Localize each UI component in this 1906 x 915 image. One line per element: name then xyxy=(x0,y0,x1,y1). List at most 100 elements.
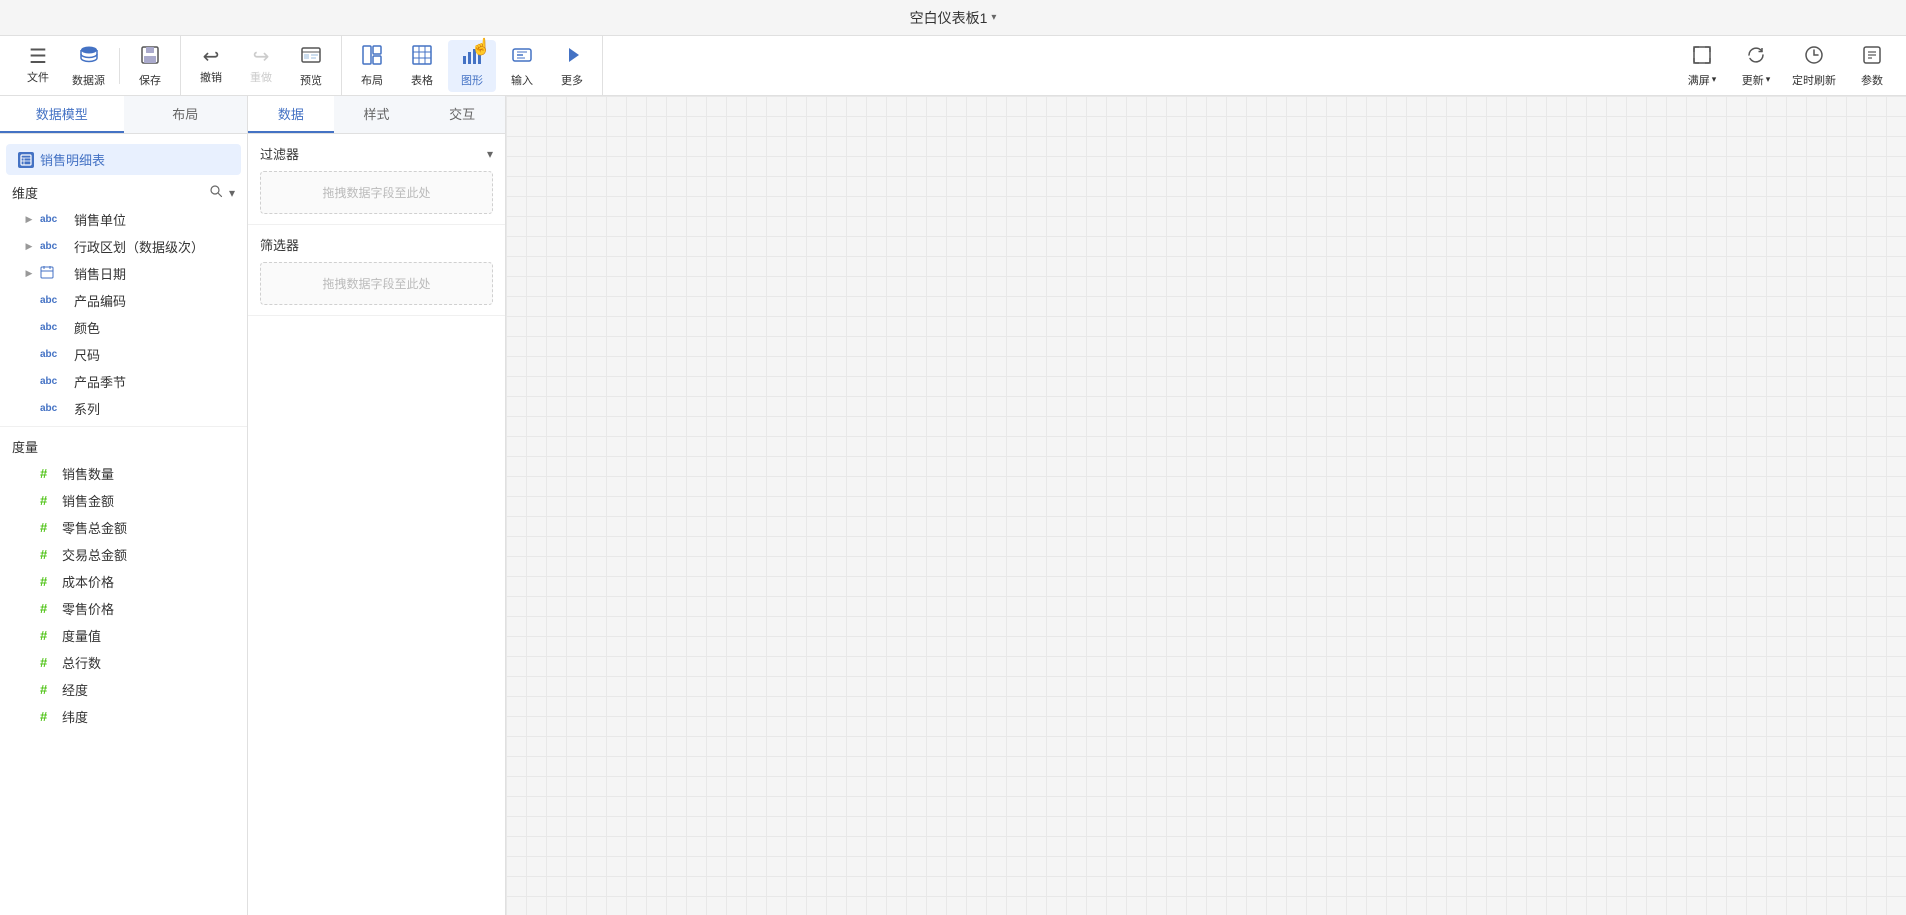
dashboard-title-container: 空白仪表板1 ▾ xyxy=(910,8,997,28)
selector-header: 筛选器 xyxy=(260,235,493,254)
field-expand-icon: ▶ xyxy=(24,269,34,279)
autoupdate-icon xyxy=(1803,44,1825,70)
params-label: 参数 xyxy=(1861,72,1883,88)
tab-interaction[interactable]: 交互 xyxy=(419,96,505,133)
field-sales-amount[interactable]: # 销售金额 xyxy=(0,487,247,514)
field-sale-date[interactable]: ▶ 销售日期 xyxy=(0,260,247,287)
undo-icon: ↩ xyxy=(203,47,220,67)
title-dropdown-arrow[interactable]: ▾ xyxy=(991,12,996,23)
field-measure-val[interactable]: # 度量值 xyxy=(0,622,247,649)
redo-label: 重做 xyxy=(250,69,272,85)
main-content: 数据模型 布局 销售明细表 维度 ▾ xyxy=(0,96,1906,915)
selector-label: 筛选器 xyxy=(260,235,299,254)
dashboard-title: 空白仪表板1 xyxy=(910,8,988,28)
file-label: 文件 xyxy=(27,69,49,85)
left-tabs: 数据模型 布局 xyxy=(0,96,247,134)
field-expand-placeholder xyxy=(24,550,34,560)
dimensions-search-icon[interactable] xyxy=(209,184,223,201)
tab-data-model[interactable]: 数据模型 xyxy=(0,96,124,133)
refresh-arrow: ▾ xyxy=(1766,74,1771,85)
measures-header: 度量 xyxy=(0,431,247,460)
datasource-button[interactable]: 数据源 xyxy=(64,40,113,92)
title-bar: 空白仪表板1 ▾ xyxy=(0,0,1906,36)
refresh-button[interactable]: 更新 ▾ xyxy=(1730,40,1782,92)
undo-button[interactable]: ↩ 撤销 xyxy=(187,40,235,92)
toolbar-actions-group: 布局 表格 ☝ 图形 输入 更多 xyxy=(342,36,603,95)
layout-button[interactable]: 布局 xyxy=(348,40,396,92)
redo-button[interactable]: ↪ 重做 xyxy=(237,40,285,92)
tab-layout[interactable]: 布局 xyxy=(124,96,248,133)
section-divider xyxy=(0,426,247,427)
selector-dropzone-text: 拖拽数据字段至此处 xyxy=(322,275,430,292)
preview-icon xyxy=(300,44,322,70)
params-button[interactable]: 参数 xyxy=(1846,40,1898,92)
field-expand-placeholder xyxy=(24,469,34,479)
input-button[interactable]: 输入 xyxy=(498,40,546,92)
field-expand-placeholder xyxy=(24,577,34,587)
middle-panel: 数据 样式 交互 过滤器 ▾ 拖拽数据字段至此处 筛选器 拖拽数据字段至此处 xyxy=(248,96,506,915)
file-button[interactable]: ☰ 文件 xyxy=(14,40,62,92)
field-expand-placeholder xyxy=(24,350,34,360)
chart-button[interactable]: ☝ 图形 xyxy=(448,40,496,92)
field-series[interactable]: abc 系列 xyxy=(0,395,247,422)
more-button[interactable]: 更多 xyxy=(548,40,596,92)
field-expand-placeholder xyxy=(24,323,34,333)
chart-icon: ☝ xyxy=(461,44,483,70)
dimensions-header: 维度 ▾ xyxy=(0,177,247,206)
field-retail-price[interactable]: # 零售价格 xyxy=(0,595,247,622)
refresh-icon xyxy=(1745,44,1767,70)
layout-icon xyxy=(361,44,383,70)
autoupdate-button[interactable]: 定时刷新 xyxy=(1784,40,1844,92)
field-region[interactable]: ▶ abc 行政区划（数据级次） xyxy=(0,233,247,260)
field-expand-placeholder xyxy=(24,631,34,641)
field-sales-unit[interactable]: ▶ abc 销售单位 xyxy=(0,206,247,233)
selector-dropzone: 拖拽数据字段至此处 xyxy=(260,262,493,305)
filter-dropzone-text: 拖拽数据字段至此处 xyxy=(322,184,430,201)
fullscreen-label: 满屏 xyxy=(1688,72,1710,88)
save-button[interactable]: 保存 xyxy=(126,40,174,92)
fullscreen-button[interactable]: 满屏 ▾ xyxy=(1676,40,1728,92)
field-trade-total[interactable]: # 交易总金额 xyxy=(0,541,247,568)
field-expand-placeholder xyxy=(24,377,34,387)
field-sales-qty[interactable]: # 销售数量 xyxy=(0,460,247,487)
field-expand-placeholder xyxy=(24,658,34,668)
dimensions-header-actions: ▾ xyxy=(209,184,235,201)
refresh-label: 更新 xyxy=(1742,72,1764,88)
table-item-sales[interactable]: 销售明细表 xyxy=(6,144,241,175)
field-size[interactable]: abc 尺码 xyxy=(0,341,247,368)
field-color[interactable]: abc 颜色 xyxy=(0,314,247,341)
toolbar: ☰ 文件 数据源 保存 ↩ 撤销 ↪ 重做 xyxy=(0,36,1906,96)
chart-label: 图形 xyxy=(461,72,483,88)
canvas-grid xyxy=(506,96,1906,915)
field-expand-placeholder xyxy=(24,296,34,306)
preview-label: 预览 xyxy=(300,72,322,88)
preview-button[interactable]: 预览 xyxy=(287,40,335,92)
dimensions-collapse-icon[interactable]: ▾ xyxy=(229,186,235,200)
field-product-code[interactable]: abc 产品编码 xyxy=(0,287,247,314)
data-model-content: 销售明细表 维度 ▾ ▶ abc 销售单位 ▶ abc xyxy=(0,134,247,915)
tab-style[interactable]: 样式 xyxy=(334,96,420,133)
more-icon xyxy=(561,44,583,70)
filter-collapse-icon[interactable]: ▾ xyxy=(487,147,493,161)
canvas-area[interactable] xyxy=(506,96,1906,915)
field-retail-total[interactable]: # 零售总金额 xyxy=(0,514,247,541)
input-icon xyxy=(511,44,533,70)
table-item-label: 销售明细表 xyxy=(40,150,105,169)
more-label: 更多 xyxy=(561,72,583,88)
save-icon xyxy=(139,44,161,70)
table-icon xyxy=(411,44,433,70)
field-longitude[interactable]: # 经度 xyxy=(0,676,247,703)
field-season[interactable]: abc 产品季节 xyxy=(0,368,247,395)
field-total-rows[interactable]: # 总行数 xyxy=(0,649,247,676)
undo-label: 撤销 xyxy=(200,69,222,85)
filter-section: 过滤器 ▾ 拖拽数据字段至此处 xyxy=(248,134,505,225)
field-expand-icon: ▶ xyxy=(24,242,34,252)
field-expand-placeholder xyxy=(24,685,34,695)
params-icon xyxy=(1861,44,1883,70)
field-latitude[interactable]: # 纬度 xyxy=(0,703,247,730)
fullscreen-arrow: ▾ xyxy=(1712,74,1717,85)
tab-data[interactable]: 数据 xyxy=(248,96,334,133)
table-item-icon xyxy=(18,152,34,168)
table-button[interactable]: 表格 xyxy=(398,40,446,92)
field-cost-price[interactable]: # 成本价格 xyxy=(0,568,247,595)
